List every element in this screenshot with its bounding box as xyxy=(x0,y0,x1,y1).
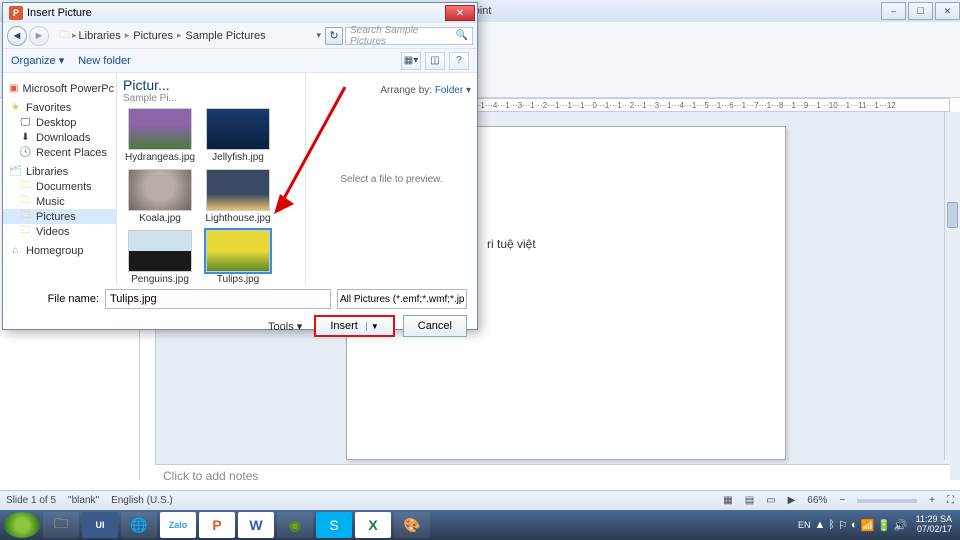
breadcrumb[interactable]: Libraries▸ Pictures▸ Sample Pictures xyxy=(79,30,266,42)
taskbar[interactable]: 🗀 UI 🌐 Zalo P W ◉ S X 🎨 EN ▲ ᛒ ⚐ ◐ 📶 🔋 🔊… xyxy=(0,510,960,540)
preview-pane: Select a file to preview. xyxy=(305,73,477,285)
cancel-button[interactable]: Cancel xyxy=(403,315,467,337)
filename-label: File name: xyxy=(13,293,99,305)
tray-clock[interactable]: 11:29 SA 07/02/17 xyxy=(912,515,956,535)
zoom-out-icon[interactable]: − xyxy=(839,495,845,506)
tree-libraries[interactable]: 🗂Libraries xyxy=(3,164,116,179)
file-browser: Pictur... Sample Pi... Arrange by: Folde… xyxy=(117,73,477,285)
dialog-nav: ◄ ► 🗀 ▸ Libraries▸ Pictures▸ Sample Pict… xyxy=(3,23,477,49)
taskbar-zalo[interactable]: Zalo xyxy=(160,512,196,538)
insert-dropdown-icon[interactable]: ▼ xyxy=(366,322,379,331)
insert-button[interactable]: Insert▼ xyxy=(314,315,394,337)
view-mode-button[interactable]: ▦▾ xyxy=(401,52,421,70)
new-folder-button[interactable]: New folder xyxy=(78,55,131,67)
scroll-thumb[interactable] xyxy=(947,202,958,228)
window-minimize-button[interactable]: – xyxy=(881,2,906,20)
dialog-title: Insert Picture xyxy=(27,7,445,19)
tree-documents[interactable]: 🗀Documents xyxy=(3,179,116,194)
vertical-scrollbar[interactable] xyxy=(944,112,960,460)
status-bar: Slide 1 of 5 "blank" English (U.S.) ▦ ▤ … xyxy=(0,490,960,510)
tree-desktop[interactable]: 🖵Desktop xyxy=(3,115,116,130)
file-item[interactable]: Hydrangeas.jpg xyxy=(123,108,197,163)
fit-slide-icon[interactable]: ⛶ xyxy=(947,495,954,506)
nav-back-button[interactable]: ◄ xyxy=(7,26,27,46)
nav-forward-button[interactable]: ► xyxy=(29,26,49,46)
tree-favorites[interactable]: ★Favorites xyxy=(3,100,116,115)
tray-volume-icon[interactable]: 🔊 xyxy=(894,519,908,532)
zoom-in-icon[interactable]: + xyxy=(929,495,935,506)
tree-recent[interactable]: 🕓Recent Places xyxy=(3,145,116,160)
dialog-footer: File name: Tools ▾ Insert▼ Cancel xyxy=(3,285,477,341)
tree-homegroup[interactable]: ⌂Homegroup xyxy=(3,243,116,258)
zoom-slider[interactable] xyxy=(857,499,917,503)
taskbar-chrome[interactable]: 🌐 xyxy=(121,512,157,538)
filename-input[interactable] xyxy=(105,289,331,309)
file-item[interactable]: Lighthouse.jpg xyxy=(201,169,275,224)
view-sorter-icon[interactable]: ▤ xyxy=(745,495,754,506)
help-button[interactable]: ? xyxy=(449,52,469,70)
status-zoom[interactable]: 66% xyxy=(807,495,827,506)
folder-tree[interactable]: ▣Microsoft PowerPc ★Favorites 🖵Desktop ⬇… xyxy=(3,73,117,285)
file-item-selected[interactable]: Tulips.jpg xyxy=(201,230,275,285)
tree-downloads[interactable]: ⬇Downloads xyxy=(3,130,116,145)
refresh-button[interactable]: ↻ xyxy=(325,27,343,45)
tree-videos[interactable]: 🗀Videos xyxy=(3,224,116,239)
file-thumb xyxy=(206,169,270,211)
tree-pictures[interactable]: 🗀Pictures xyxy=(3,209,116,224)
status-theme: "blank" xyxy=(68,495,99,506)
start-button[interactable] xyxy=(4,512,40,538)
view-reading-icon[interactable]: ▭ xyxy=(766,495,775,506)
file-thumb xyxy=(206,230,270,272)
folder-icon[interactable]: 🗀 xyxy=(59,26,70,45)
dialog-titlebar[interactable]: P Insert Picture ✕ xyxy=(3,3,477,23)
file-item[interactable]: Penguins.jpg xyxy=(123,230,197,285)
file-thumb xyxy=(128,108,192,150)
notes-pane[interactable]: Click to add notes xyxy=(155,464,950,490)
taskbar-powerpoint[interactable]: P xyxy=(199,512,235,538)
taskbar-unikey[interactable]: UI xyxy=(82,512,118,538)
preview-pane-button[interactable]: ◫ xyxy=(425,52,445,70)
search-input[interactable]: Search Sample Pictures 🔍 xyxy=(345,27,473,45)
tree-music[interactable]: 🗀Music xyxy=(3,194,116,209)
tray-security-icon[interactable]: ⚐ xyxy=(838,519,848,532)
system-tray[interactable]: EN ▲ ᛒ ⚐ ◐ 📶 🔋 🔊 11:29 SA 07/02/17 xyxy=(798,515,956,535)
taskbar-explorer[interactable]: 🗀 xyxy=(43,512,79,538)
taskbar-excel[interactable]: X xyxy=(355,512,391,538)
tree-powerpoint[interactable]: ▣Microsoft PowerPc xyxy=(3,81,116,96)
taskbar-word[interactable]: W xyxy=(238,512,274,538)
file-thumb xyxy=(128,169,192,211)
view-normal-icon[interactable]: ▦ xyxy=(723,495,732,506)
filetype-filter[interactable] xyxy=(337,289,467,309)
insert-picture-dialog: P Insert Picture ✕ ◄ ► 🗀 ▸ Libraries▸ Pi… xyxy=(2,2,478,330)
file-thumb xyxy=(206,108,270,150)
tray-battery-icon[interactable]: 🔋 xyxy=(877,519,891,532)
file-thumb xyxy=(128,230,192,272)
status-slide: Slide 1 of 5 xyxy=(6,495,56,506)
tray-lang[interactable]: EN xyxy=(798,520,811,530)
tools-menu[interactable]: Tools ▾ xyxy=(268,320,302,333)
tray-bluetooth-icon[interactable]: ᛒ xyxy=(828,519,835,532)
slide-text[interactable]: ri tuệ việt xyxy=(487,237,536,251)
view-slideshow-icon[interactable]: ▶ xyxy=(788,495,796,506)
organize-menu[interactable]: Organize ▾ xyxy=(11,54,64,67)
powerpoint-icon: P xyxy=(9,6,23,20)
taskbar-coccoc[interactable]: ◉ xyxy=(277,512,313,538)
tray-flag-icon[interactable]: ▲ xyxy=(814,519,825,532)
dialog-close-button[interactable]: ✕ xyxy=(445,5,475,21)
tray-network-icon[interactable]: 📶 xyxy=(861,519,875,532)
taskbar-skype[interactable]: S xyxy=(316,512,352,538)
location-title: Pictur... xyxy=(123,77,177,93)
taskbar-paint[interactable]: 🎨 xyxy=(394,512,430,538)
window-close-button[interactable]: ✕ xyxy=(935,2,960,20)
dialog-toolbar: Organize ▾ New folder ▦▾ ◫ ? xyxy=(3,49,477,73)
tray-app-icon[interactable]: ◐ xyxy=(851,519,858,532)
status-lang[interactable]: English (U.S.) xyxy=(111,495,173,506)
search-icon[interactable]: 🔍 xyxy=(456,30,468,41)
file-item[interactable]: Jellyfish.jpg xyxy=(201,108,275,163)
file-item[interactable]: Koala.jpg xyxy=(123,169,197,224)
window-maximize-button[interactable]: ☐ xyxy=(908,2,933,20)
location-sub: Sample Pi... xyxy=(123,93,177,104)
